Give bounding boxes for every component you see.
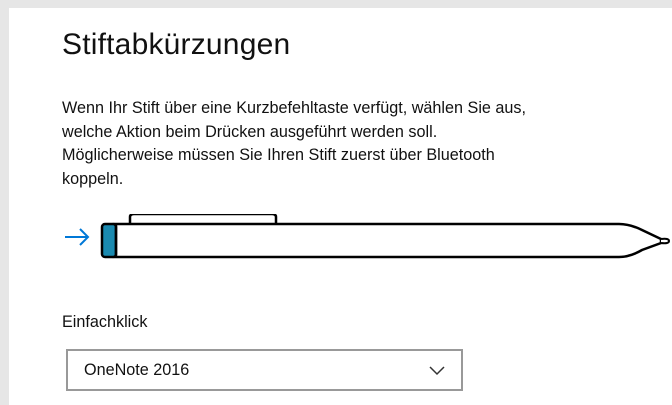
chevron-down-icon: [429, 366, 445, 376]
pen-shortcut-button-icon: [100, 222, 118, 259]
dropdown-selected-value: OneNote 2016: [84, 361, 190, 379]
description-line: Möglicherweise müssen Sie Ihren Stift zu…: [62, 146, 495, 164]
single-click-label: Einfachklick: [62, 313, 148, 331]
pen-illustration: [65, 214, 671, 259]
section-description: Wenn Ihr Stift über eine Kurzbefehltaste…: [62, 97, 672, 191]
arrow-right-icon: [65, 228, 90, 246]
description-line: Wenn Ihr Stift über eine Kurzbefehltaste…: [62, 99, 527, 117]
settings-panel: Stiftabkürzungen Wenn Ihr Stift über ein…: [9, 8, 672, 405]
description-line: welche Aktion beim Drücken ausgeführt we…: [62, 122, 438, 141]
description-line: koppeln.: [62, 169, 124, 188]
single-click-dropdown[interactable]: OneNote 2016: [66, 349, 463, 391]
section-title: Stiftabkürzungen: [62, 28, 291, 61]
pen-clip: [128, 214, 278, 223]
pen-nib: [660, 237, 671, 245]
pen-body: [109, 222, 663, 259]
